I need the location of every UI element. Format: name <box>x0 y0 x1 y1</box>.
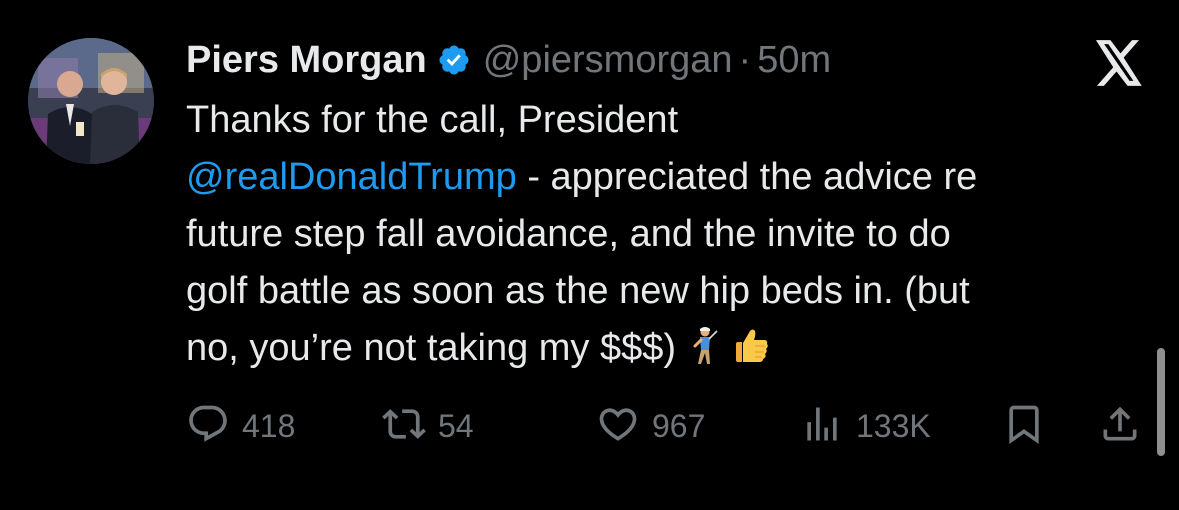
views-icon <box>800 402 844 451</box>
verified-badge-icon <box>437 43 471 77</box>
like-icon <box>596 402 640 451</box>
timestamp[interactable]: 50m <box>757 39 831 82</box>
tweet-line-5: no, you’re not taking my $$$) <box>186 320 1146 383</box>
tweet-card[interactable]: Piers Morgan @piersmorgan · 50m Thanks f… <box>0 0 1179 510</box>
x-logo-icon[interactable] <box>1094 40 1144 86</box>
tweet-line-5-text: no, you’re not taking my $$$) <box>186 327 677 369</box>
thumbs-up-emoji-icon <box>731 326 771 383</box>
golfer-emoji-icon <box>687 326 721 383</box>
action-bar: 418 54 967 133K <box>186 398 1146 454</box>
scrollbar[interactable] <box>1157 348 1165 456</box>
like-count: 967 <box>652 407 706 444</box>
avatar[interactable] <box>28 38 154 164</box>
reply-icon <box>186 402 230 451</box>
separator-dot: · <box>738 38 752 81</box>
repost-button[interactable]: 54 <box>382 398 474 454</box>
reply-button[interactable]: 418 <box>186 398 295 454</box>
tweet-line-3: future step fall avoidance, and the invi… <box>186 213 951 255</box>
tweet-line-1: Thanks for the call, President <box>186 99 679 141</box>
tweet-line-2-text: - appreciated the advice re <box>527 156 978 198</box>
repost-icon <box>382 402 426 451</box>
reply-count: 418 <box>242 407 296 444</box>
like-button[interactable]: 967 <box>596 398 705 454</box>
tweet-header: Piers Morgan @piersmorgan · 50m <box>186 32 831 88</box>
bookmark-icon <box>1002 402 1046 451</box>
repost-count: 54 <box>438 407 474 444</box>
views-count: 133K <box>856 407 931 444</box>
tweet-text: Thanks for the call, President @realDona… <box>186 92 1146 383</box>
tweet-line-4: golf battle as soon as the new hip beds … <box>186 270 970 312</box>
author-handle[interactable]: @piersmorgan <box>483 39 733 82</box>
share-icon <box>1098 402 1142 451</box>
tweet-line-2: @realDonaldTrump - appreciated the advic… <box>186 149 1146 206</box>
author-name[interactable]: Piers Morgan <box>186 39 427 82</box>
views-button[interactable]: 133K <box>800 398 931 454</box>
bookmark-button[interactable] <box>1002 398 1046 454</box>
share-button[interactable] <box>1098 398 1142 454</box>
mention-link[interactable]: @realDonaldTrump <box>186 156 517 198</box>
